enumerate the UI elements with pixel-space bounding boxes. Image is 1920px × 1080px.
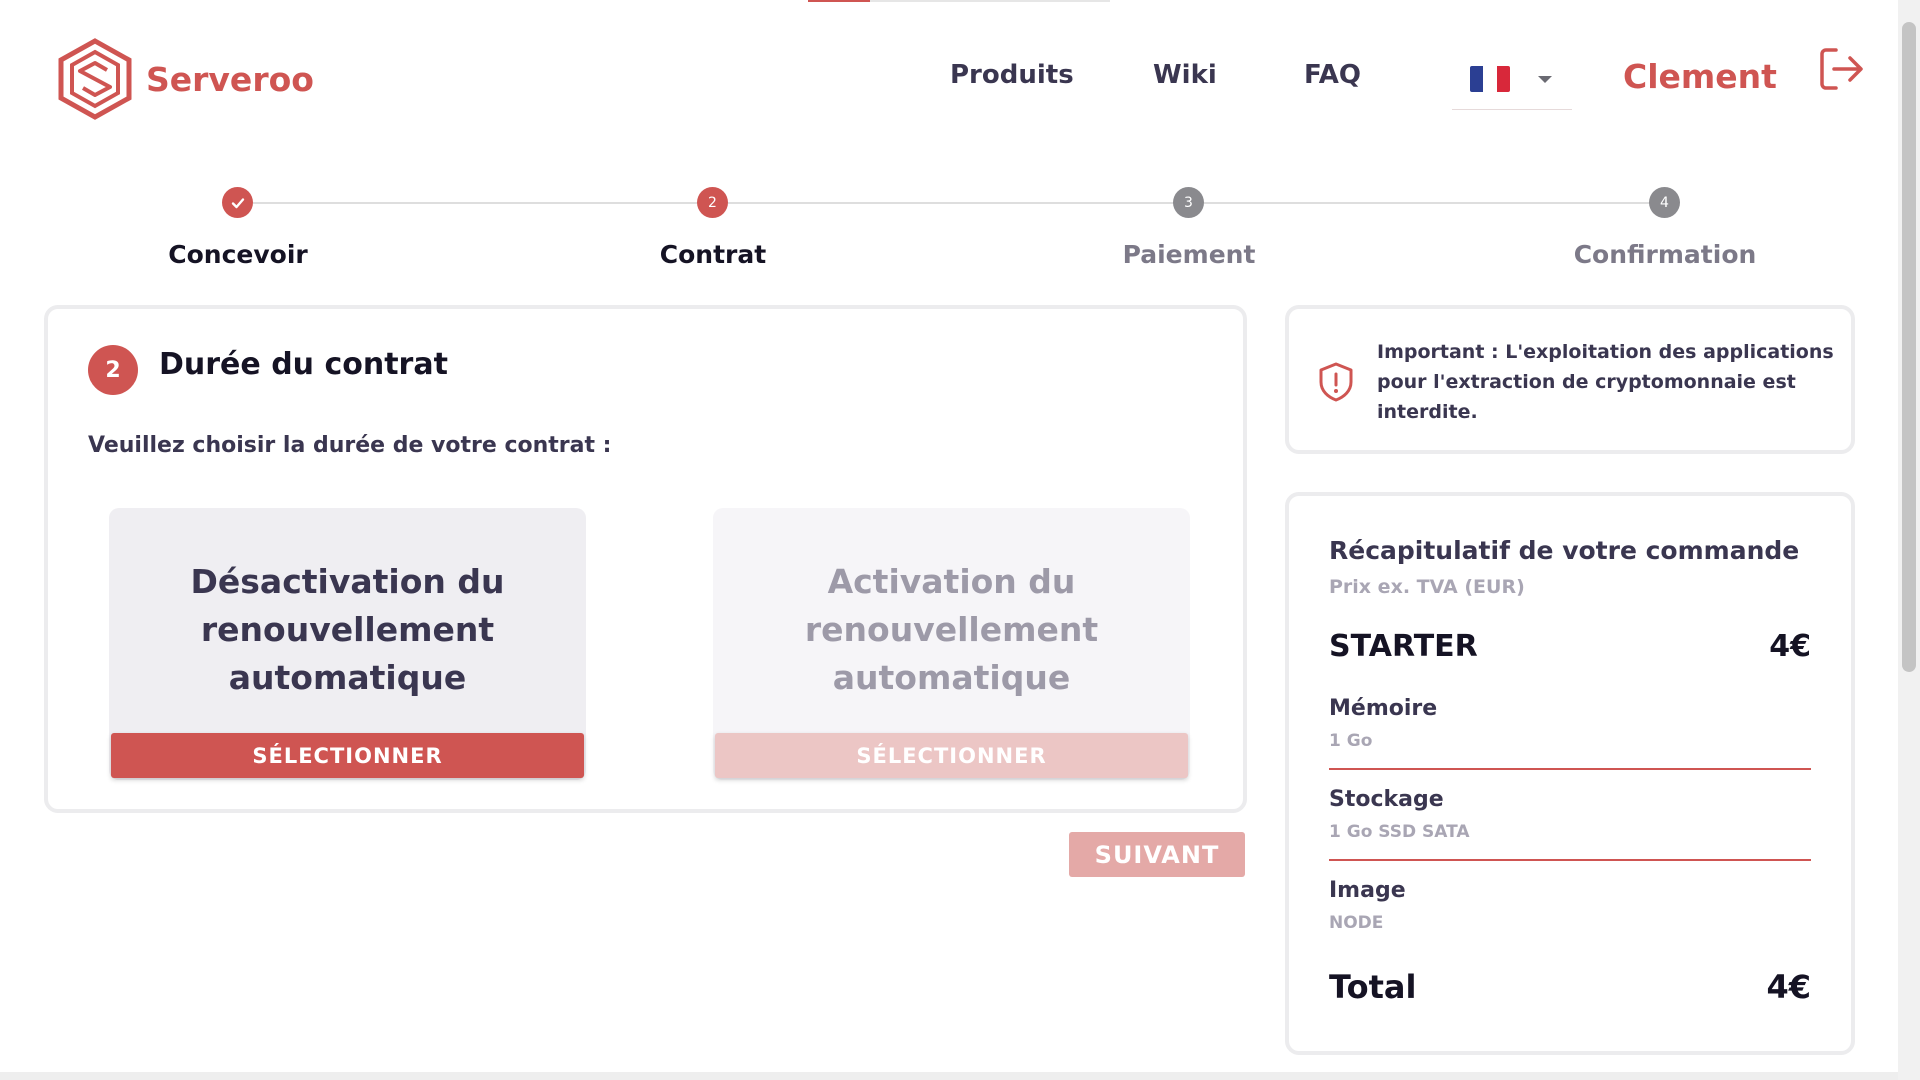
- step-label-paiement: Paiement: [1122, 240, 1256, 269]
- select-disable-renewal-button[interactable]: SÉLECTIONNER: [111, 733, 584, 778]
- total-row: Total 4€: [1329, 968, 1811, 1006]
- option-title: Désactivation du renouvellement automati…: [190, 562, 505, 697]
- contract-duration-card: 2 Durée du contrat Veuillez choisir la d…: [44, 305, 1247, 813]
- divider: [1329, 768, 1811, 770]
- plan-row: STARTER 4€: [1329, 629, 1811, 664]
- nav-link-faq[interactable]: FAQ: [1304, 60, 1361, 90]
- total-price: 4€: [1766, 968, 1811, 1006]
- step-label-concevoir: Concevoir: [168, 240, 308, 269]
- scrollbar-thumb[interactable]: [1902, 22, 1916, 672]
- detail-image: Image NODE: [1329, 878, 1811, 933]
- detail-storage: Stockage 1 Go SSD SATA: [1329, 787, 1811, 842]
- step-2-marker: 2: [697, 187, 728, 218]
- step-connector: [1204, 202, 1650, 204]
- select-enable-renewal-button[interactable]: SÉLECTIONNER: [715, 733, 1188, 778]
- nav-link-wiki[interactable]: Wiki: [1153, 60, 1217, 90]
- step-4-marker: 4: [1649, 187, 1680, 218]
- serveroo-logo-icon: [58, 38, 132, 120]
- summary-title: Récapitulatif de votre commande: [1329, 536, 1800, 565]
- detail-value: 1 Go: [1329, 731, 1373, 751]
- step-1-check-icon: [222, 187, 253, 218]
- page: Serveroo Produits Wiki FAQ Clement 2 3 4…: [0, 0, 1920, 1080]
- next-button[interactable]: SUIVANT: [1069, 832, 1245, 877]
- logout-icon[interactable]: [1818, 46, 1864, 92]
- vertical-scrollbar[interactable]: [1898, 0, 1920, 1080]
- detail-value: 1 Go SSD SATA: [1329, 822, 1470, 842]
- option-disable-renewal[interactable]: Désactivation du renouvellement automati…: [109, 508, 586, 780]
- contract-instructions: Veuillez choisir la durée de votre contr…: [88, 433, 612, 458]
- option-title: Activation du renouvellement automatique: [804, 562, 1099, 697]
- logo[interactable]: Serveroo: [58, 38, 314, 120]
- plan-name: STARTER: [1329, 629, 1478, 664]
- france-flag-icon: [1470, 66, 1510, 92]
- important-notice-text: Important : L'exploitation des applicati…: [1377, 341, 1834, 423]
- step-label-confirmation: Confirmation: [1573, 240, 1757, 269]
- important-notice-card: Important : L'exploitation des applicati…: [1285, 305, 1855, 454]
- chevron-down-icon: [1538, 76, 1552, 83]
- divider: [1329, 859, 1811, 861]
- contract-title: Durée du contrat: [159, 347, 448, 382]
- plan-price: 4€: [1769, 629, 1811, 664]
- step-connector: [253, 202, 698, 204]
- brand-name: Serveroo: [146, 59, 314, 99]
- top-progress-line: [808, 0, 1110, 2]
- detail-label: Stockage: [1329, 787, 1444, 812]
- step-3-marker: 3: [1173, 187, 1204, 218]
- section-number-badge: 2: [88, 345, 138, 395]
- detail-value: NODE: [1329, 913, 1384, 933]
- summary-subtitle: Prix ex. TVA (EUR): [1329, 576, 1525, 598]
- option-enable-renewal[interactable]: Activation du renouvellement automatique…: [713, 508, 1190, 780]
- step-label-contrat: Contrat: [659, 240, 767, 269]
- nav-link-produits[interactable]: Produits: [950, 60, 1074, 90]
- shield-warning-icon: [1319, 362, 1353, 402]
- detail-label: Mémoire: [1329, 696, 1438, 721]
- detail-label: Image: [1329, 878, 1406, 903]
- user-name[interactable]: Clement: [1623, 57, 1777, 96]
- total-label: Total: [1329, 968, 1417, 1006]
- step-connector: [728, 202, 1174, 204]
- language-selector[interactable]: [1452, 58, 1572, 110]
- detail-memory: Mémoire 1 Go: [1329, 696, 1811, 751]
- horizontal-scrollbar[interactable]: [0, 1072, 1898, 1080]
- order-summary-card: Récapitulatif de votre commande Prix ex.…: [1285, 492, 1855, 1055]
